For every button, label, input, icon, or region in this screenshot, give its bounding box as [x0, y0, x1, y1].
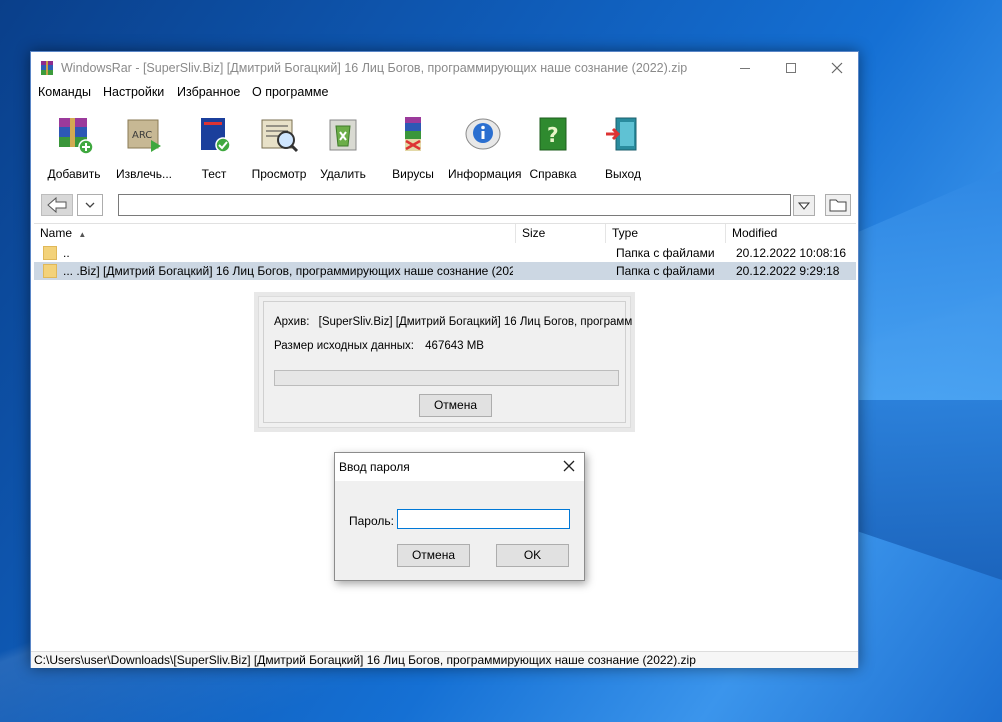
title-bar[interactable]: WindowsRar - [SuperSliv.Biz] [Дмитрий Бо…: [31, 52, 858, 83]
folder-icon: [829, 199, 847, 212]
help-icon: ?: [539, 117, 567, 151]
column-modified-header[interactable]: Modified: [726, 224, 856, 243]
close-icon: [831, 62, 843, 74]
delete-icon: [329, 119, 357, 151]
test-icon: [201, 118, 231, 153]
size-label: Размер исходных данных:: [274, 340, 414, 352]
status-bar: C:\Users\user\Downloads\[SuperSliv.Biz] …: [31, 651, 858, 668]
progress-cancel-button[interactable]: Отмена: [419, 394, 492, 417]
desktop-wallpaper-rays: [842, 170, 1002, 590]
column-name-header[interactable]: Name ▲: [34, 224, 516, 243]
folder-icon: [43, 246, 57, 260]
add-button[interactable]: Добавить: [39, 109, 109, 181]
file-list: Name ▲ Size Type Modified .. Папка с фай…: [34, 223, 856, 647]
column-size-header[interactable]: Size: [516, 224, 606, 243]
info-button[interactable]: Информация: [448, 109, 522, 181]
menu-commands[interactable]: Команды: [38, 85, 91, 99]
svg-text:ARC: ARC: [132, 130, 152, 141]
back-button[interactable]: [41, 194, 73, 216]
path-dropdown-button[interactable]: [793, 195, 815, 216]
archive-label: Архив:: [274, 316, 310, 328]
delete-button[interactable]: Удалить: [308, 109, 378, 181]
menu-favorites[interactable]: Избранное: [177, 85, 240, 99]
svg-text:?: ?: [547, 123, 559, 147]
archive-name: [SuperSliv.Biz] [Дмитрий Богацкий] 16 Ли…: [318, 316, 633, 328]
path-input[interactable]: [118, 194, 791, 216]
view-label: Просмотр: [251, 167, 307, 181]
virus-icon: [405, 117, 421, 151]
extract-button[interactable]: ARC Извлечь...: [109, 109, 179, 181]
menu-settings[interactable]: Настройки: [103, 85, 164, 99]
menu-bar: Команды Настройки Избранное О программе: [31, 83, 858, 103]
column-type-header[interactable]: Type: [606, 224, 726, 243]
info-icon: [465, 118, 501, 150]
password-dialog-close-button[interactable]: [560, 457, 578, 475]
extract-icon: ARC: [127, 119, 161, 152]
add-label: Добавить: [47, 167, 101, 181]
view-icon: [261, 119, 299, 153]
exit-label: Выход: [605, 167, 641, 181]
delete-label: Удалить: [320, 167, 366, 181]
browse-folder-button[interactable]: [825, 194, 851, 216]
window-title: WindowsRar - [SuperSliv.Biz] [Дмитрий Бо…: [61, 61, 688, 75]
extraction-progress-dialog: Архив: [SuperSliv.Biz] [Дмитрий Богацкий…: [258, 296, 633, 428]
chevron-down-icon: [85, 202, 95, 208]
list-header: Name ▲ Size Type Modified: [34, 224, 856, 243]
password-dialog: Ввод пароля Пароль: Отмена OK: [334, 452, 585, 581]
extract-label: Извлечь...: [115, 167, 172, 181]
exit-button[interactable]: Выход: [588, 109, 658, 181]
address-bar: [31, 190, 858, 220]
help-button[interactable]: ? Справка: [518, 109, 588, 181]
winrar-app-icon: [41, 61, 53, 75]
password-input[interactable]: [397, 509, 570, 529]
close-icon: [563, 460, 575, 472]
table-row[interactable]: .. Папка с файлами 20.12.2022 10:08:16: [34, 244, 856, 262]
progress-bar: [274, 370, 619, 386]
password-cancel-button[interactable]: Отмена: [397, 544, 470, 567]
history-dropdown[interactable]: [77, 194, 103, 216]
menu-about[interactable]: О программе: [252, 85, 328, 99]
toolbar: Добавить ARC Извлечь... Тест Просмотр Уд…: [31, 109, 858, 181]
password-ok-button[interactable]: OK: [496, 544, 569, 567]
maximize-button[interactable]: [768, 52, 814, 83]
folder-icon: [43, 264, 57, 278]
arrow-left-icon: [47, 196, 67, 214]
view-button[interactable]: Просмотр: [244, 109, 314, 181]
minimize-button[interactable]: [722, 52, 768, 83]
close-button[interactable]: [814, 52, 860, 83]
password-label: Пароль:: [349, 514, 394, 528]
table-row-selected[interactable]: ... .Biz] [Дмитрий Богацкий] 16 Лиц Бого…: [34, 262, 856, 280]
sort-ascending-icon: ▲: [78, 230, 87, 239]
virus-label: Вирусы: [392, 167, 434, 181]
size-value: 467643 MB: [425, 340, 484, 352]
triangle-down-icon: [797, 202, 811, 210]
help-label: Справка: [529, 167, 577, 181]
test-label: Тест: [201, 167, 227, 181]
exit-icon: [606, 117, 637, 151]
info-label: Информация: [448, 167, 522, 181]
add-icon: [59, 118, 94, 155]
test-button[interactable]: Тест: [179, 109, 249, 181]
virus-button[interactable]: Вирусы: [378, 109, 448, 181]
password-dialog-title-bar[interactable]: Ввод пароля: [335, 453, 584, 481]
password-dialog-title: Ввод пароля: [339, 460, 410, 474]
